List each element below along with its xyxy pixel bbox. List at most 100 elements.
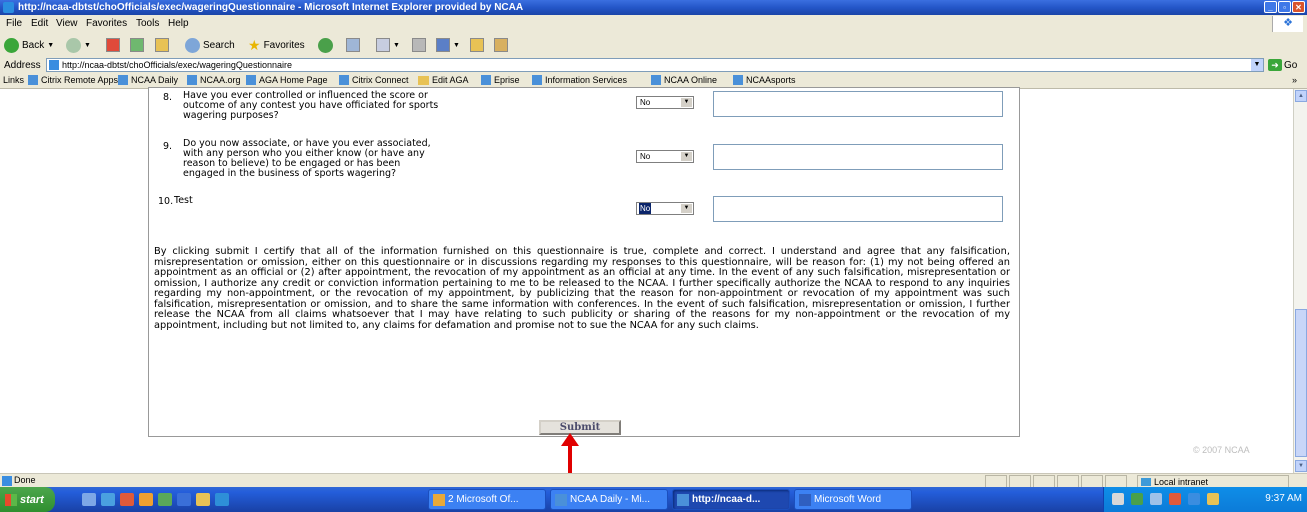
tray-icon[interactable]	[1131, 493, 1143, 505]
answer-value: No	[639, 203, 652, 214]
menu-help[interactable]: Help	[168, 18, 189, 29]
address-url: http://ncaa-dbtst/choOfficials/exec/wage…	[62, 60, 292, 70]
link-icon	[118, 75, 128, 85]
quicklaunch-app-icon[interactable]	[158, 493, 172, 506]
history-button[interactable]	[346, 37, 360, 53]
ie-icon	[677, 493, 689, 506]
minimize-button[interactable]: _	[1264, 1, 1277, 13]
back-button[interactable]: Back ▼	[4, 37, 54, 53]
mail-button[interactable]: ▼	[376, 37, 400, 53]
link-ncaa-online[interactable]: NCAA Online	[651, 75, 717, 85]
mail-icon	[376, 38, 390, 52]
chevron-down-icon: ▼	[393, 41, 400, 49]
chevron-down-icon[interactable]: ▼	[1251, 59, 1263, 71]
show-desktop-icon[interactable]	[82, 493, 96, 506]
word-icon[interactable]	[177, 493, 191, 506]
link-eprise[interactable]: Eprise	[481, 75, 520, 85]
quicklaunch-app-icon[interactable]	[196, 493, 210, 506]
task-microsoft-office[interactable]: 2 Microsoft Of...	[428, 489, 546, 510]
link-citrix-connect[interactable]: Citrix Connect	[339, 75, 409, 85]
tray-icon[interactable]	[1207, 493, 1219, 505]
chevron-down-icon: ▼	[681, 152, 692, 161]
go-button[interactable]: ➜ Go	[1268, 59, 1297, 71]
menu-view[interactable]: View	[56, 18, 78, 29]
menu-tools[interactable]: Tools	[136, 18, 159, 29]
scroll-thumb[interactable]	[1295, 309, 1307, 457]
refresh-icon	[130, 38, 144, 52]
menu-edit[interactable]: Edit	[31, 18, 48, 29]
question-text: Have you ever controlled or influenced t…	[183, 90, 439, 121]
favorites-button[interactable]: ★ Favorites	[248, 37, 305, 53]
task-ncaa-dbtst[interactable]: http://ncaa-d...	[672, 489, 790, 510]
menu-bar: File Edit View Favorites Tools Help ❖	[0, 15, 1307, 34]
link-ncaa-daily[interactable]: NCAA Daily	[118, 75, 178, 85]
windows-flag-icon	[5, 493, 17, 506]
link-aga-home-page[interactable]: AGA Home Page	[246, 75, 328, 85]
ie-icon[interactable]	[215, 493, 229, 506]
media-icon	[318, 37, 333, 53]
close-button[interactable]: ✕	[1292, 1, 1305, 13]
search-button[interactable]: Search	[185, 37, 235, 53]
page-content: 8. Have you ever controlled or influence…	[0, 87, 1293, 473]
vertical-scrollbar[interactable]: ▲ ▼	[1293, 89, 1307, 473]
link-icon	[187, 75, 197, 85]
link-ncaa-org[interactable]: NCAA.org	[187, 75, 241, 85]
link-citrix-remote-apps[interactable]: Citrix Remote Apps	[28, 75, 118, 85]
research-button[interactable]	[494, 37, 508, 53]
link-icon	[28, 75, 38, 85]
outlook-icon[interactable]	[101, 493, 115, 506]
questionnaire-panel: 8. Have you ever controlled or influence…	[148, 87, 1020, 437]
ie-icon	[555, 493, 567, 506]
status-bar: Done Local intranet	[0, 473, 1307, 488]
scroll-up-icon[interactable]: ▲	[1295, 90, 1307, 102]
link-information-services[interactable]: Information Services	[532, 75, 627, 85]
start-button[interactable]: start	[0, 487, 55, 512]
search-label: Search	[203, 39, 235, 51]
tray-icon[interactable]	[1188, 493, 1200, 505]
start-label: start	[20, 493, 44, 506]
chevron-down-icon: ▼	[681, 204, 692, 213]
answer-value: No	[640, 152, 651, 161]
answer-select[interactable]: No ▼	[636, 150, 694, 163]
stop-button[interactable]	[106, 37, 120, 53]
address-input[interactable]: http://ncaa-dbtst/choOfficials/exec/wage…	[46, 58, 1264, 72]
link-icon	[339, 75, 349, 85]
edit-word-button[interactable]: ▼	[436, 37, 460, 53]
explanation-textarea[interactable]	[713, 144, 1003, 170]
tray-icon[interactable]	[1169, 493, 1181, 505]
link-icon	[651, 75, 661, 85]
link-edit-aga[interactable]: Edit AGA	[418, 75, 469, 85]
submit-button[interactable]: Submit	[539, 420, 621, 435]
home-icon	[155, 38, 169, 52]
media-button[interactable]	[318, 37, 333, 53]
link-ncaasports[interactable]: NCAAsports	[733, 75, 796, 85]
question-number: 9.	[163, 141, 173, 152]
question-text: Do you now associate, or have you ever a…	[183, 138, 431, 179]
explanation-textarea[interactable]	[713, 196, 1003, 222]
quicklaunch-app-icon[interactable]	[120, 493, 134, 506]
tray-icon[interactable]	[1150, 493, 1162, 505]
answer-select[interactable]: No ▼	[636, 96, 694, 109]
forward-button[interactable]: ▼	[66, 37, 91, 53]
folder-button[interactable]	[470, 37, 484, 53]
quicklaunch-app-icon[interactable]	[139, 493, 153, 506]
scroll-down-icon[interactable]: ▼	[1295, 460, 1307, 472]
menu-file[interactable]: File	[6, 18, 22, 29]
explanation-textarea[interactable]	[713, 91, 1003, 117]
task-ncaa-daily[interactable]: NCAA Daily - Mi...	[550, 489, 668, 510]
answer-select[interactable]: No ▼	[636, 202, 694, 215]
task-microsoft-word[interactable]: Microsoft Word	[794, 489, 912, 510]
word-icon	[436, 38, 450, 52]
menu-favorites[interactable]: Favorites	[86, 18, 127, 29]
page-done-icon	[2, 476, 12, 486]
print-button[interactable]	[412, 37, 426, 53]
tray-icon[interactable]	[1112, 493, 1124, 505]
refresh-button[interactable]	[130, 37, 144, 53]
maximize-button[interactable]: ▫	[1278, 1, 1291, 13]
links-more-chevron[interactable]: »	[1292, 75, 1297, 85]
window-title-bar[interactable]: http://ncaa-dbtst/choOfficials/exec/wage…	[0, 0, 1307, 15]
stop-icon	[106, 38, 120, 52]
back-arrow-icon	[4, 37, 19, 53]
home-button[interactable]	[155, 37, 169, 53]
windows-logo-icon: ❖	[1272, 16, 1303, 32]
